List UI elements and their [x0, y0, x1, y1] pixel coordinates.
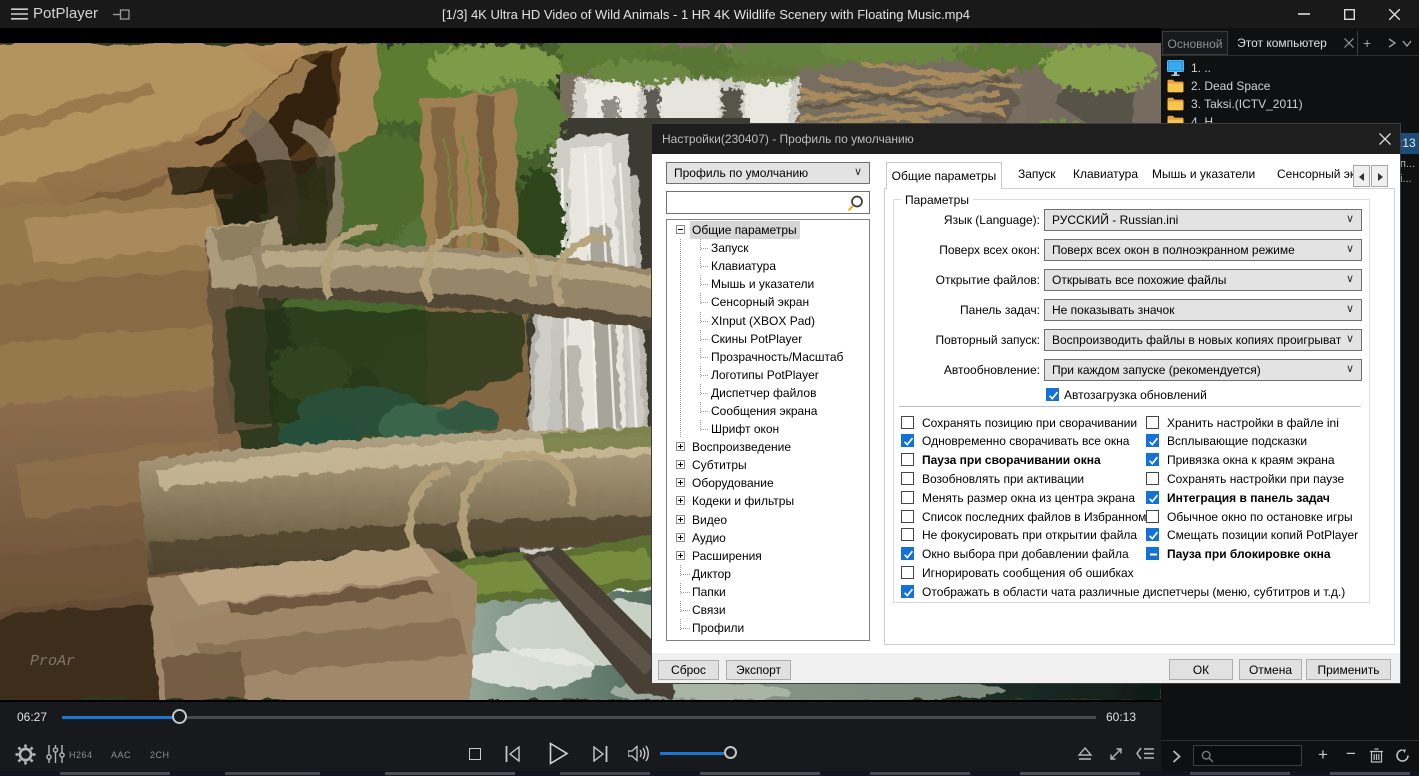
- svg-text:ProAr: ProAr: [30, 653, 75, 670]
